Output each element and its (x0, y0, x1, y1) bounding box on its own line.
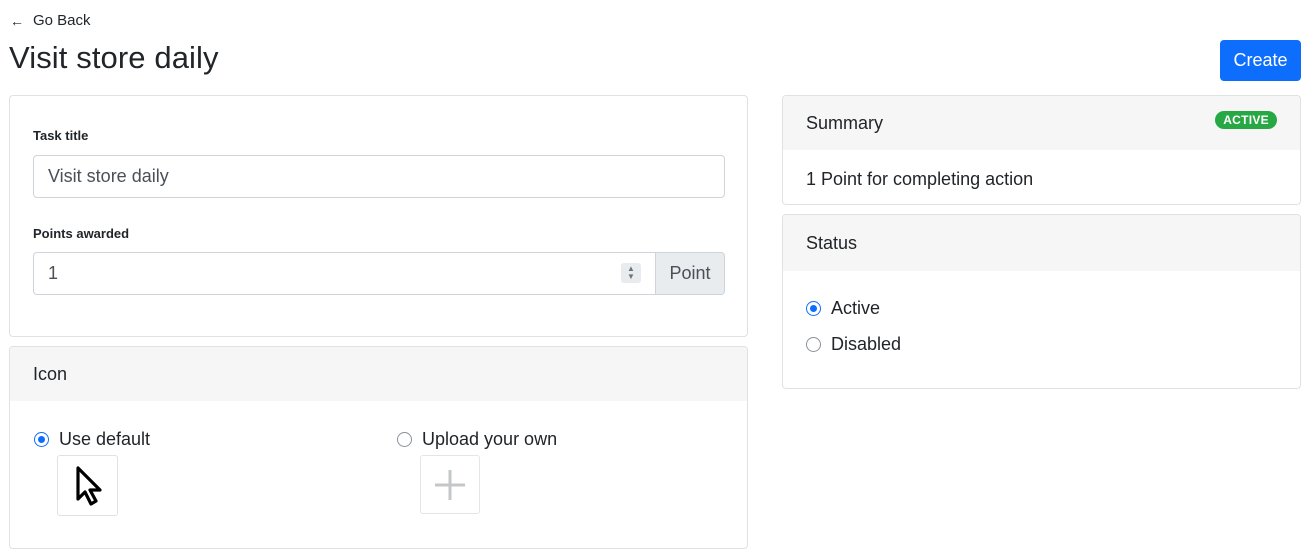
page-title: Visit store daily (9, 40, 219, 75)
icon-card-title: Icon (33, 363, 68, 384)
plus-icon (435, 469, 465, 500)
points-awarded-input[interactable]: 1 ▲ ▼ (33, 252, 655, 295)
status-disabled-radio[interactable] (806, 337, 821, 352)
upload-own-label: Upload your own (422, 429, 558, 449)
upload-icon-button[interactable] (420, 455, 480, 514)
go-back-label: Go Back (33, 12, 91, 29)
upload-own-radio[interactable] (397, 432, 412, 447)
points-value: 1 (48, 263, 59, 283)
icon-card-header: Icon (10, 347, 747, 401)
status-disabled-option[interactable]: Disabled (806, 334, 901, 355)
arrow-left-icon: ← (10, 12, 24, 29)
status-badge: ACTIVE (1215, 111, 1277, 129)
summary-card-title: Summary (806, 112, 884, 133)
summary-card-header: Summary ACTIVE (783, 96, 1300, 150)
summary-text: 1 Point for completing action (806, 169, 1034, 189)
icon-card: Icon Use default Upload your own (9, 346, 748, 549)
use-default-option[interactable]: Use default (34, 429, 150, 450)
upload-own-option[interactable]: Upload your own (397, 429, 557, 450)
status-active-radio[interactable] (806, 301, 821, 316)
chevron-down-icon[interactable]: ▼ (627, 273, 635, 281)
use-default-radio[interactable] (34, 432, 49, 447)
status-active-label: Active (831, 298, 881, 318)
status-card-header: Status (783, 215, 1300, 271)
task-title-label: Task title (33, 128, 89, 143)
default-icon-preview (57, 455, 118, 516)
task-details-card: Task title Points awarded 1 ▲ ▼ Point (9, 95, 748, 337)
status-active-option[interactable]: Active (806, 298, 880, 319)
status-card-title: Status (806, 232, 858, 253)
cursor-pointer-icon (75, 465, 102, 506)
points-unit-addon: Point (655, 252, 725, 295)
use-default-label: Use default (59, 429, 151, 449)
create-button[interactable]: Create (1220, 40, 1301, 81)
number-spinner[interactable]: ▲ ▼ (621, 263, 641, 283)
status-card: Status Active Disabled (782, 214, 1301, 389)
points-awarded-label: Points awarded (33, 226, 130, 241)
task-title-input[interactable] (33, 155, 725, 198)
status-disabled-label: Disabled (831, 334, 902, 354)
summary-card: Summary ACTIVE 1 Point for completing ac… (782, 95, 1301, 205)
go-back-link[interactable]: ← Go Back (10, 12, 91, 29)
points-awarded-group: 1 ▲ ▼ Point (33, 252, 725, 295)
